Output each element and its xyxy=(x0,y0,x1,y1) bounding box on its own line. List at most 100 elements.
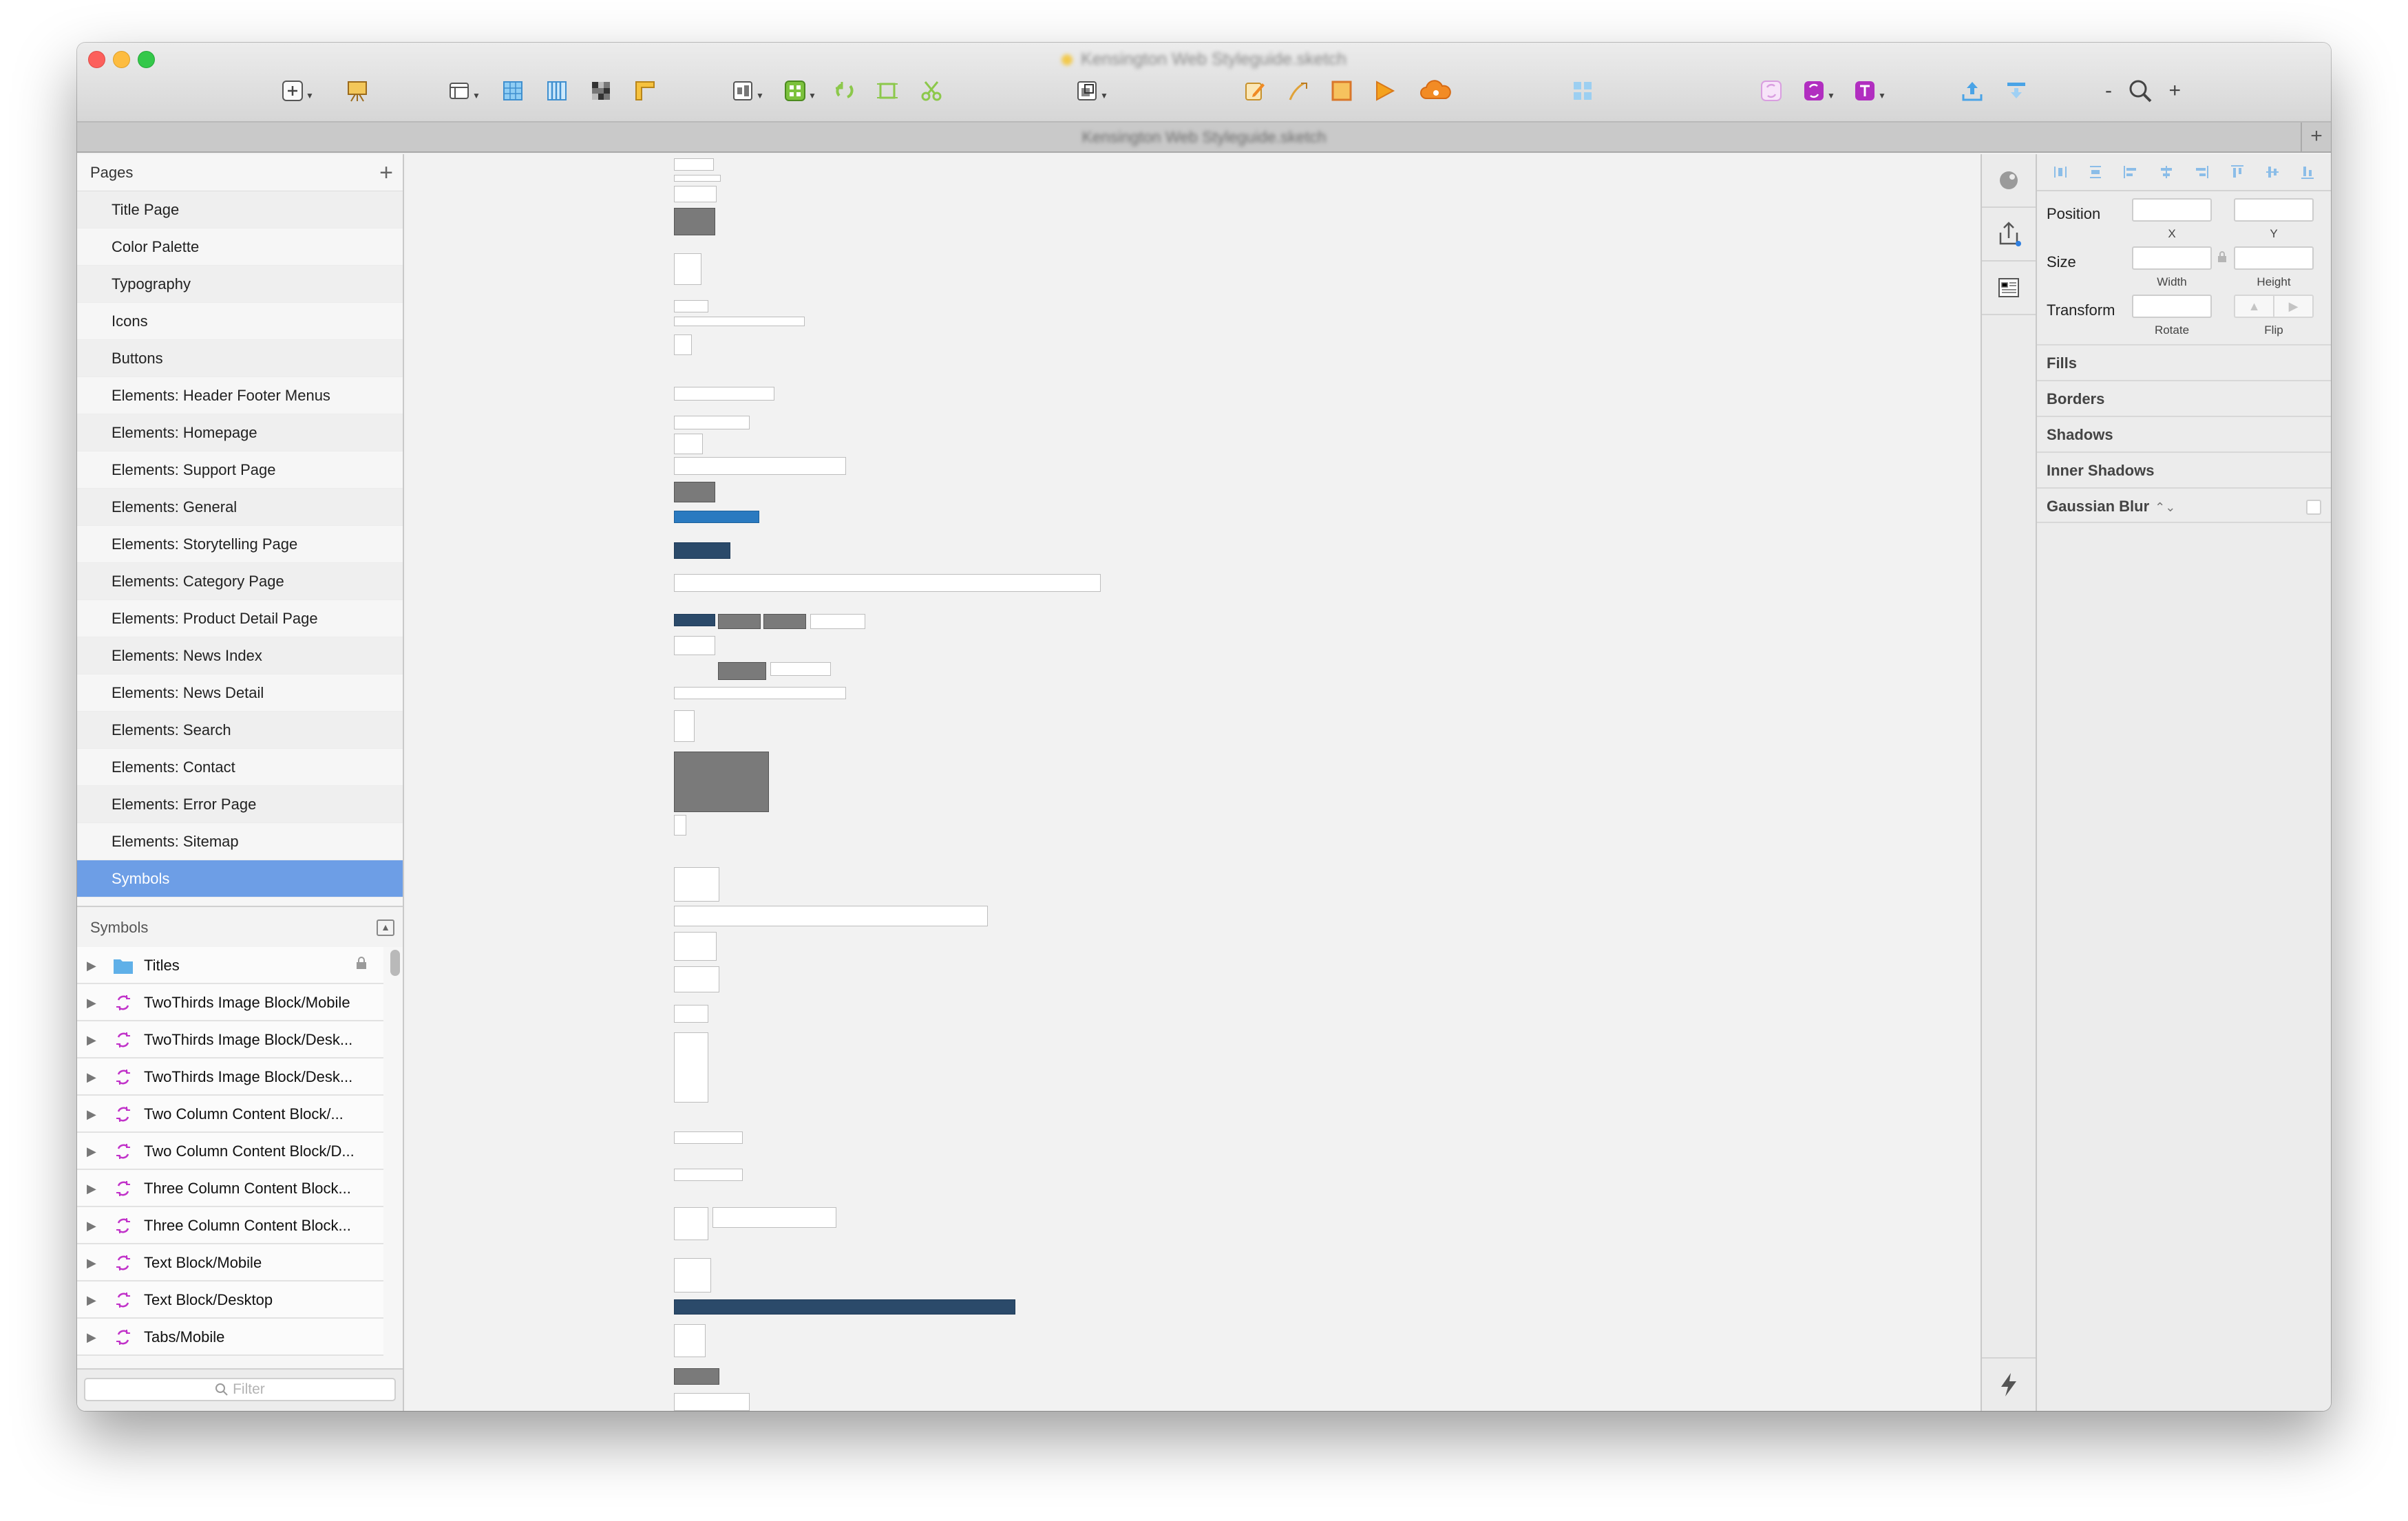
artboard[interactable] xyxy=(674,186,717,202)
artboard[interactable] xyxy=(674,511,759,523)
page-item[interactable]: Elements: Sitemap xyxy=(77,823,403,860)
disclosure-triangle-icon[interactable]: ▶ xyxy=(87,1133,96,1169)
page-item[interactable]: Elements: Contact xyxy=(77,749,403,786)
disclosure-triangle-icon[interactable]: ▶ xyxy=(87,1207,96,1243)
page-item[interactable]: Elements: General xyxy=(77,489,403,526)
collapse-layers-button[interactable]: ▲ xyxy=(377,919,394,936)
preview-button[interactable] xyxy=(1373,78,1396,103)
artboard[interactable] xyxy=(674,1169,743,1181)
artboard[interactable] xyxy=(674,542,730,559)
add-page-button[interactable]: + xyxy=(379,154,393,191)
artboard[interactable] xyxy=(712,1207,836,1228)
page-item[interactable]: Title Page xyxy=(77,191,403,228)
artboard[interactable] xyxy=(674,175,721,182)
align-right-icon[interactable] xyxy=(2193,164,2210,180)
blur-type-stepper[interactable]: ⌃⌄ xyxy=(2155,500,2175,514)
cloud-button[interactable] xyxy=(1419,78,1453,103)
align-bottom-icon[interactable] xyxy=(2299,164,2316,180)
artboard[interactable] xyxy=(674,710,695,742)
fills-section[interactable]: Fills xyxy=(2037,344,2331,380)
artboard[interactable] xyxy=(674,334,692,355)
import-button[interactable] xyxy=(2005,78,2028,103)
artboard[interactable] xyxy=(674,1207,708,1240)
distribute-vertical-icon[interactable] xyxy=(2087,164,2104,180)
disclosure-triangle-icon[interactable]: ▶ xyxy=(87,1021,96,1057)
document-tab[interactable]: Kensington Web Styleguide.sketch xyxy=(77,128,2331,147)
layer-row-symbol[interactable]: ▶ Tabs/Mobile xyxy=(77,1319,383,1356)
disclosure-triangle-icon[interactable]: ▶ xyxy=(87,1281,96,1317)
artboard[interactable] xyxy=(674,1005,708,1023)
layer-row-symbol[interactable]: ▶ Three Column Content Block... xyxy=(77,1170,383,1207)
mirror-button[interactable] xyxy=(1571,78,1594,103)
borders-section[interactable]: Borders xyxy=(2037,380,2331,416)
rotate-input[interactable] xyxy=(2132,295,2212,318)
scissors-button[interactable] xyxy=(920,78,943,103)
artboard[interactable] xyxy=(674,867,719,902)
artboard[interactable] xyxy=(770,662,831,676)
rulers-button[interactable] xyxy=(633,78,657,103)
prototype-tab-button[interactable] xyxy=(1982,262,2036,315)
style-tab-button[interactable] xyxy=(1982,154,2036,208)
page-item[interactable]: Elements: Product Detail Page xyxy=(77,600,403,637)
page-item[interactable]: Elements: Storytelling Page xyxy=(77,526,403,563)
page-item[interactable]: Elements: Header Footer Menus xyxy=(77,377,403,414)
layer-row-symbol[interactable]: ▶ Two Column Content Block/D... xyxy=(77,1133,383,1170)
boolean-button[interactable]: ▼ xyxy=(1075,78,1108,103)
lock-icon[interactable] xyxy=(356,947,367,983)
width-input[interactable] xyxy=(2132,246,2212,270)
magnifier-icon[interactable] xyxy=(2126,77,2154,105)
page-item[interactable]: Color Palette xyxy=(77,228,403,266)
page-item[interactable]: Typography xyxy=(77,266,403,303)
page-item[interactable]: Elements: Error Page xyxy=(77,786,403,823)
layer-row-symbol[interactable]: ▶ TwoThirds Image Block/Desk... xyxy=(77,1059,383,1096)
page-item[interactable]: Icons xyxy=(77,303,403,340)
artboard[interactable] xyxy=(674,387,774,401)
artboard[interactable] xyxy=(718,662,766,680)
artboard[interactable] xyxy=(674,457,846,475)
rotate-button[interactable] xyxy=(833,78,856,103)
symbols-list[interactable]: ▶ Titles ▶ TwoThirds Image Block/Mobile ▶… xyxy=(77,947,403,1360)
artboard[interactable] xyxy=(674,1032,708,1103)
artboard[interactable] xyxy=(674,208,715,235)
flatten-button[interactable] xyxy=(876,78,899,103)
artboard[interactable] xyxy=(674,300,708,312)
artboard[interactable] xyxy=(674,1324,706,1357)
canvas[interactable] xyxy=(405,154,1981,1411)
artboard[interactable] xyxy=(674,1131,743,1144)
align-top-icon[interactable] xyxy=(2229,164,2246,180)
layer-row-symbol[interactable]: ▶ TwoThirds Image Block/Desk... xyxy=(77,1021,383,1059)
new-tab-button[interactable]: + xyxy=(2301,123,2331,151)
artboard[interactable] xyxy=(718,614,761,629)
artboard[interactable] xyxy=(674,966,719,992)
artboard[interactable] xyxy=(763,614,806,629)
shadows-section[interactable]: Shadows xyxy=(2037,416,2331,451)
layer-row-symbol[interactable]: ▶ TwoThirds Image Block/Mobile xyxy=(77,984,383,1021)
flip-horizontal-icon[interactable]: ▶ xyxy=(2274,296,2312,317)
flip-vertical-icon[interactable]: ▲ xyxy=(2235,296,2274,317)
export-tab-button[interactable] xyxy=(1982,208,2036,262)
disclosure-triangle-icon[interactable]: ▶ xyxy=(87,984,96,1020)
artboard[interactable] xyxy=(674,482,715,502)
artboard[interactable] xyxy=(674,687,846,699)
layer-row-symbol[interactable]: ▶ Text Block/Desktop xyxy=(77,1281,383,1319)
artboard[interactable] xyxy=(674,574,1101,592)
x-input[interactable] xyxy=(2132,198,2212,222)
gaussian-blur-section[interactable]: Gaussian Blur ⌃⌄ xyxy=(2037,487,2331,523)
export-button[interactable] xyxy=(1961,78,1984,103)
artboard[interactable] xyxy=(674,1368,719,1385)
blur-enable-checkbox[interactable] xyxy=(2306,500,2321,515)
symbol-button[interactable]: ▼ xyxy=(1802,78,1835,103)
layout-button[interactable] xyxy=(545,78,569,103)
page-item[interactable]: Elements: Search xyxy=(77,712,403,749)
lock-ratio-icon[interactable] xyxy=(2217,251,2227,263)
layer-row-symbol[interactable]: ▶ Three Column Content Block... xyxy=(77,1207,383,1244)
artboard[interactable] xyxy=(674,416,750,429)
zoom-out-button[interactable]: - xyxy=(2105,79,2112,103)
disclosure-triangle-icon[interactable]: ▶ xyxy=(87,1319,96,1354)
mask-button[interactable] xyxy=(1330,78,1353,103)
align-left-icon[interactable] xyxy=(2122,164,2139,180)
view-button[interactable]: ▼ xyxy=(447,78,480,103)
artboard[interactable] xyxy=(810,614,865,629)
inner-shadows-section[interactable]: Inner Shadows xyxy=(2037,451,2331,487)
distribute-horizontal-icon[interactable] xyxy=(2052,164,2069,180)
